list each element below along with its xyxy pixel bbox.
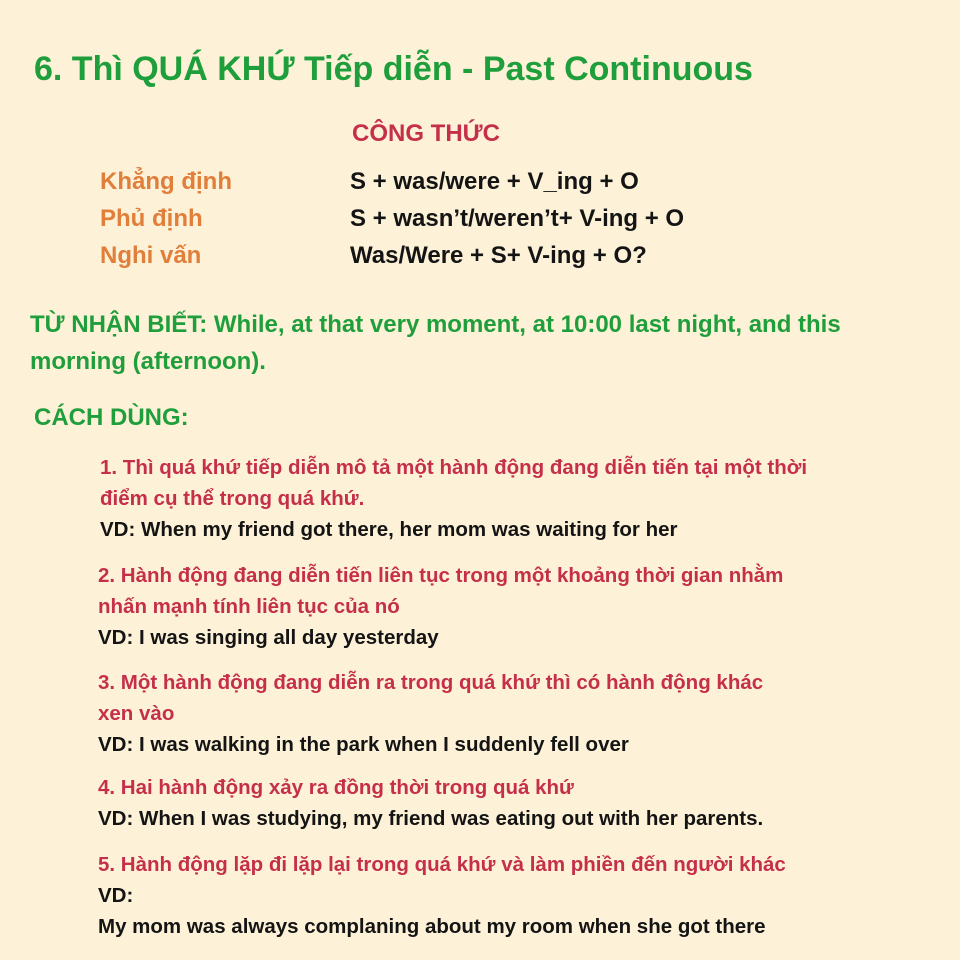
usage-item-3: 3. Một hành động đang diễn ra trong quá … xyxy=(98,667,898,760)
formula-value: S + was/were + V_ing + O xyxy=(350,168,639,195)
formula-label: Khẳng định xyxy=(100,168,232,195)
usage-description: 5. Hành động lặp đi lặp lại trong quá kh… xyxy=(98,853,786,876)
formula-row-affirmative: Khẳng định S + was/were + V_ing + O xyxy=(100,168,900,202)
signal-words: TỪ NHẬN BIẾT: While, at that very moment… xyxy=(30,311,841,375)
usage-description: nhấn mạnh tính liên tục của nó xyxy=(98,595,400,618)
formula-heading: CÔNG THỨC xyxy=(352,120,500,147)
usage-example: VD: I was singing all day yesterday xyxy=(98,626,439,649)
usage-description: 4. Hai hành động xảy ra đồng thời trong … xyxy=(98,776,574,799)
usage-description: 1. Thì quá khứ tiếp diễn mô tả một hành … xyxy=(100,456,808,479)
usage-example: VD: When my friend got there, her mom wa… xyxy=(100,518,678,541)
page-title: 6. Thì QUÁ KHỨ Tiếp diễn - Past Continuo… xyxy=(34,50,753,88)
formula-value: S + wasn’t/weren’t+ V-ing + O xyxy=(350,205,685,232)
usage-item-1: 1. Thì quá khứ tiếp diễn mô tả một hành … xyxy=(100,452,900,545)
usage-example: VD: When I was studying, my friend was e… xyxy=(98,807,764,830)
formula-row-negative: Phủ định S + wasn’t/weren’t+ V-ing + O xyxy=(100,205,900,239)
usage-example: VD: xyxy=(98,884,134,907)
usage-description: 2. Hành động đang diễn tiến liên tục tro… xyxy=(98,564,784,587)
formula-label: Nghi vấn xyxy=(100,242,202,269)
usage-item-5: 5. Hành động lặp đi lặp lại trong quá kh… xyxy=(98,849,898,942)
usage-item-4: 4. Hai hành động xảy ra đồng thời trong … xyxy=(98,772,898,834)
usage-example: My mom was always complaning about my ro… xyxy=(98,915,766,938)
usage-heading: CÁCH DÙNG: xyxy=(34,404,189,431)
usage-description: 3. Một hành động đang diễn ra trong quá … xyxy=(98,671,764,694)
usage-item-2: 2. Hành động đang diễn tiến liên tục tro… xyxy=(98,560,898,653)
formula-label: Phủ định xyxy=(100,205,203,232)
formula-row-question: Nghi vấn Was/Were + S+ V-ing + O? xyxy=(100,242,900,276)
usage-description: điểm cụ thể trong quá khứ. xyxy=(100,487,365,510)
usage-example: VD: I was walking in the park when I sud… xyxy=(98,733,629,756)
formula-value: Was/Were + S+ V-ing + O? xyxy=(350,242,647,269)
usage-description: xen vào xyxy=(98,702,175,725)
